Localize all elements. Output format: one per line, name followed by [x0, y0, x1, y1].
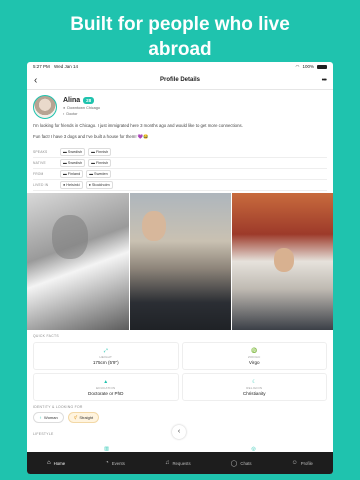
fact-row-speaks: SPEAKS ▬ Swedish ▬ Finnish: [33, 147, 327, 158]
orientation-icon: ⚥: [73, 415, 78, 420]
page-title: Profile Details: [159, 77, 200, 83]
quick-facts-grid: ⤢ HEIGHT 175cm (5'9") ♍ ZODIAC Virgo ▲ E…: [33, 342, 327, 401]
headline-line-2: abroad: [148, 39, 212, 60]
flag-icon: ▬: [63, 150, 67, 154]
gender-icon: ♀: [39, 415, 42, 420]
avatar[interactable]: [33, 95, 57, 119]
profile-photo-1[interactable]: [27, 193, 129, 330]
occupation-text: Doctor: [66, 112, 78, 116]
events-icon: ◔: [105, 460, 109, 466]
identity-chips: ♀ Woman ⚥ Straight: [33, 412, 100, 423]
identity-title: IDENTITY & LOOKING FOR: [33, 405, 83, 409]
fact-chip: ▬ Finland: [60, 170, 84, 178]
location-text: Downtown Chicago: [67, 106, 101, 110]
bell-icon: ♫: [164, 460, 170, 466]
quick-fact-height: ⤢ HEIGHT 175cm (5'9"): [33, 342, 179, 370]
flag-icon: ▬: [63, 172, 67, 176]
ruler-icon: ⤢: [103, 347, 108, 354]
flag-icon: ▬: [63, 161, 67, 165]
status-bar: 5:27 PM Wed Jan 14 ◠ 100%: [27, 62, 333, 71]
bio-paragraph-1: I'm looking for friends in Chicago. I ju…: [33, 123, 243, 128]
flag-icon: ▬: [91, 161, 95, 165]
user-icon: ☺: [291, 460, 298, 466]
location-pin-icon: ●: [63, 106, 66, 110]
battery-icon: [317, 64, 327, 69]
quick-facts-title: QUICK FACTS: [33, 334, 59, 338]
bio: I'm looking for friends in Chicago. I ju…: [27, 121, 333, 140]
battery-percent: 100%: [302, 64, 314, 69]
tab-chats[interactable]: ◯ Chats: [231, 460, 252, 467]
flag-icon: ▬: [89, 172, 94, 176]
fact-chip: ● Stockholm: [85, 181, 113, 189]
nav-bar: ‹ Profile Details •••: [27, 71, 333, 90]
quick-fact-religion: ☾ RELIGION Christianity: [181, 373, 327, 401]
tab-events[interactable]: ◔ Events: [105, 460, 125, 466]
tab-requests[interactable]: ♫ Requests: [165, 460, 191, 466]
back-button[interactable]: ‹: [34, 75, 48, 86]
profile-photo-2[interactable]: [129, 193, 232, 330]
lifestyle-icons: ▥ ◎: [33, 439, 327, 452]
wifi-icon: ◠: [295, 63, 300, 69]
briefcase-icon: ▪: [63, 112, 65, 116]
chat-icon: ◯: [230, 460, 238, 467]
identity-chip-woman: ♀ Woman: [33, 412, 64, 423]
location-line: ● Downtown Chicago: [63, 106, 100, 110]
device-screen: 5:27 PM Wed Jan 14 ◠ 100% ‹ Profile Deta…: [27, 62, 333, 474]
more-options-button[interactable]: •••: [312, 77, 327, 84]
moon-icon: ☾: [252, 378, 257, 385]
fact-label: LIVED IN: [33, 183, 49, 187]
location-pin-icon: ●: [63, 183, 66, 187]
quick-fact-education: ▲ EDUCATION Doctorate or PhD: [33, 373, 179, 401]
occupation-line: ▪ Doctor: [63, 112, 100, 116]
profile-photo-3[interactable]: [232, 193, 333, 330]
collapse-chevron-button[interactable]: ‹: [172, 425, 186, 439]
zodiac-icon: ♍: [251, 347, 258, 354]
tab-home[interactable]: ⌂ Home: [47, 460, 65, 466]
graduation-cap-icon: ▲: [103, 378, 109, 385]
lifestyle-title: LIFESTYLE: [33, 432, 54, 436]
fact-label: NATIVE: [33, 161, 46, 165]
bio-paragraph-2: Fun fact! I have 3 dogs and I've built a…: [33, 134, 149, 139]
fact-chip: ▬ Sweden: [86, 170, 111, 178]
fact-label: FROM: [33, 172, 44, 176]
flag-icon: ▬: [91, 150, 95, 154]
marketing-headline: Built for people who live abroad: [0, 12, 360, 62]
location-pin-icon: ●: [88, 183, 91, 187]
photo-gallery[interactable]: [27, 193, 333, 330]
language-facts: SPEAKS ▬ Swedish ▬ Finnish NATIVE ▬ Swedish…: [27, 145, 333, 191]
fact-chip: ● Helsinki: [60, 181, 83, 189]
fact-chip: ▬ Finnish: [88, 148, 112, 156]
age-badge: 28: [83, 97, 95, 104]
profile-name: Alina: [63, 97, 81, 104]
home-icon: ⌂: [47, 460, 51, 466]
fact-row-lived-in: LIVED IN ● Helsinki ● Stockholm: [33, 180, 327, 191]
identity-chip-straight: ⚥ Straight: [67, 412, 100, 423]
fact-label: SPEAKS: [33, 150, 48, 154]
profile-header: Alina 28 ● Downtown Chicago ▪ Doctor: [27, 90, 333, 121]
tab-profile[interactable]: ☺ Profile: [292, 460, 313, 466]
headline-line-1: Built for people who live: [70, 14, 290, 35]
status-time: 5:27 PM: [33, 64, 50, 69]
fact-chip: ▬ Swedish: [60, 159, 86, 167]
tab-bar: ⌂ Home ◔ Events ♫ Requests ◯ Chats ☺ Pro…: [27, 452, 333, 474]
quick-fact-zodiac: ♍ ZODIAC Virgo: [181, 342, 327, 370]
fact-chip: ▬ Swedish: [60, 148, 86, 156]
fact-row-native: NATIVE ▬ Swedish ▬ Finnish: [33, 158, 327, 169]
fact-chip: ▬ Finnish: [88, 159, 112, 167]
status-date: Wed Jan 14: [54, 64, 78, 69]
fact-row-from: FROM ▬ Finland ▬ Sweden: [33, 169, 327, 180]
